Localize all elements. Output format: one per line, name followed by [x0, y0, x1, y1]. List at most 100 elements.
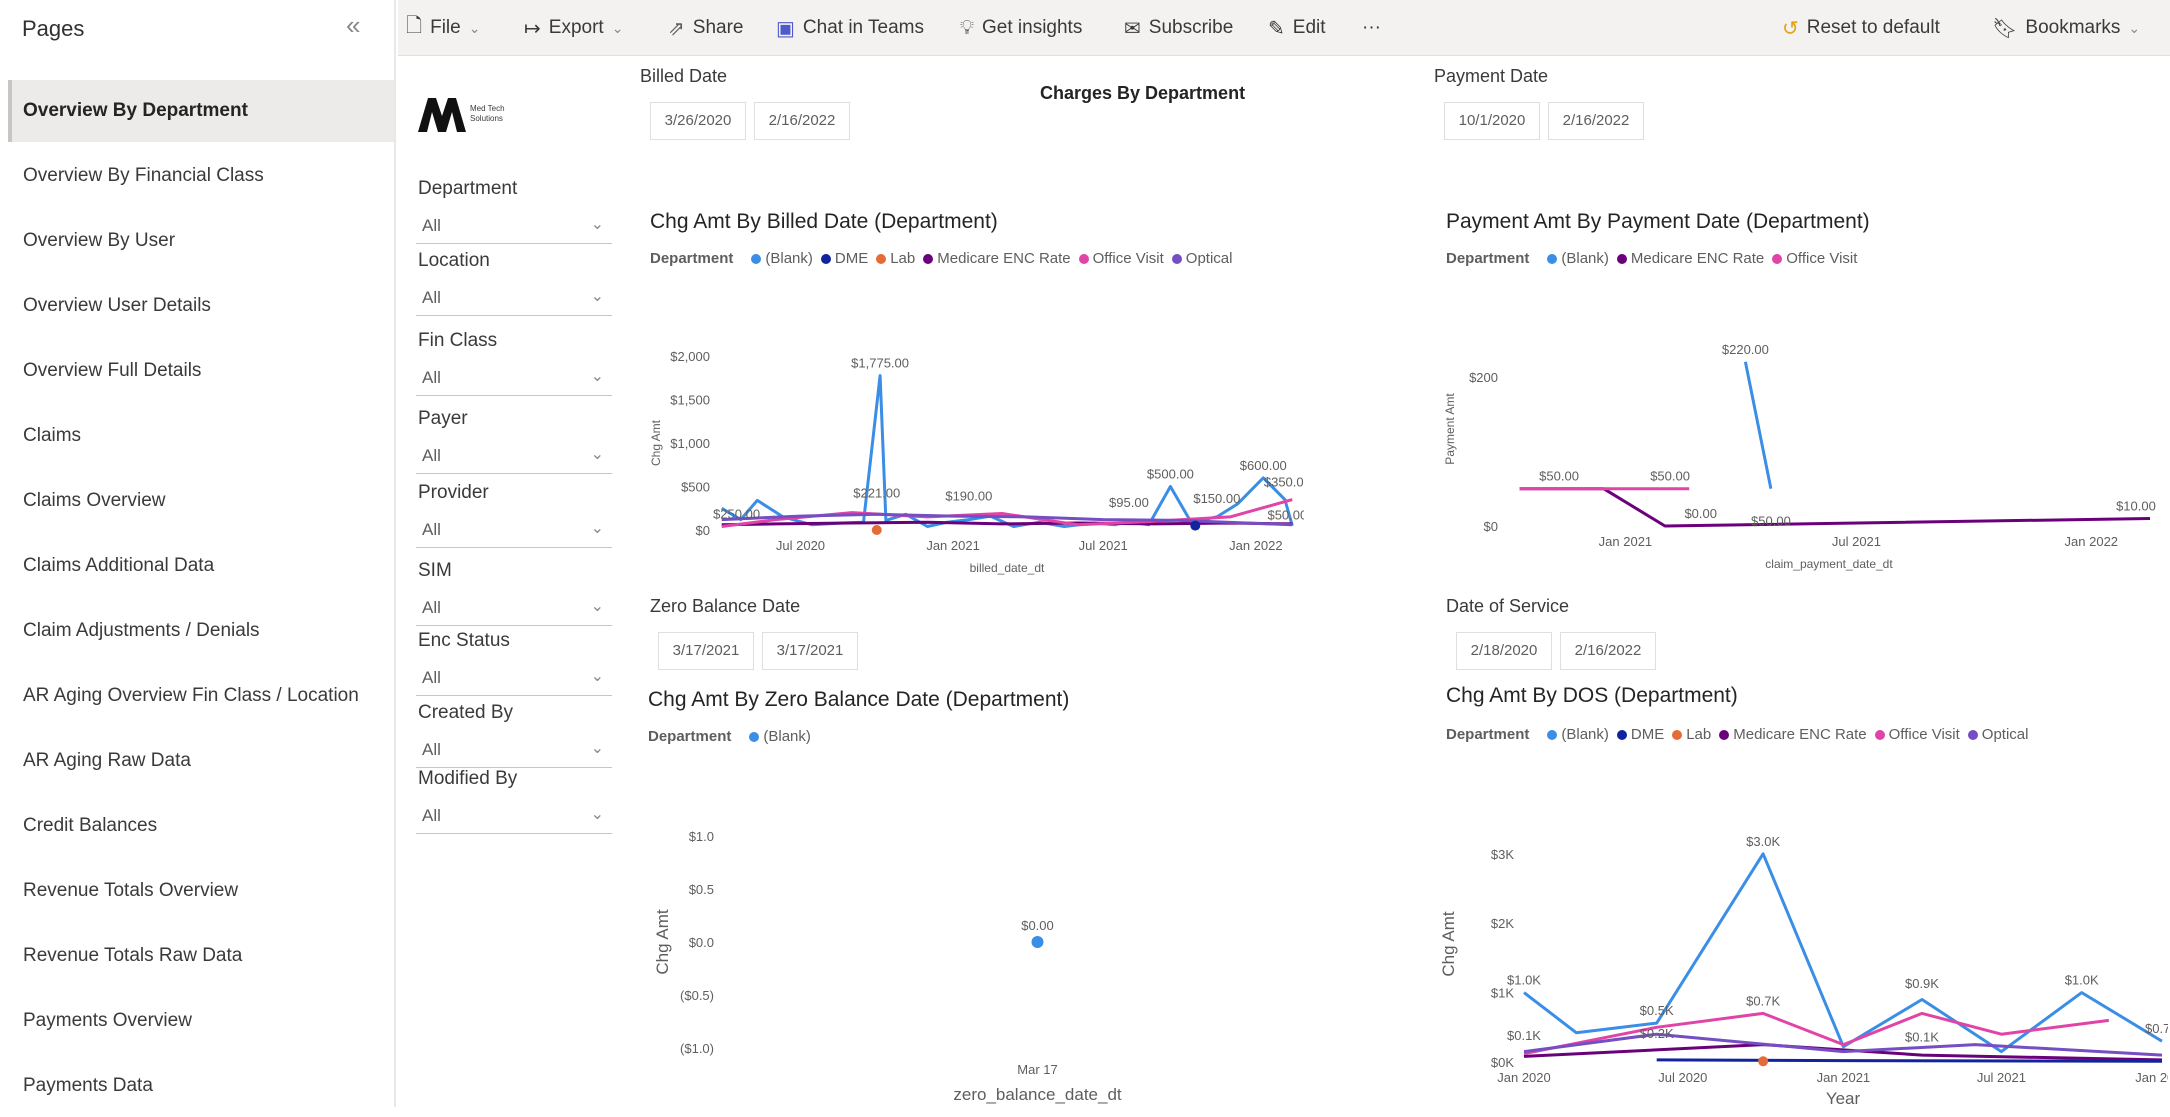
legend-item[interactable]: (Blank) [1561, 250, 1609, 267]
page-item[interactable]: Payments Overview [8, 990, 394, 1052]
legend-item[interactable]: (Blank) [763, 728, 811, 745]
page-item[interactable]: Claim Adjustments / Denials [8, 600, 394, 662]
x-tick-label: Jul 2021 [1832, 534, 1881, 549]
data-label: $0.1K [1905, 1030, 1939, 1045]
insights-label: Get insights [982, 17, 1083, 38]
slicer-dropdown[interactable]: All ⌄ [416, 660, 612, 696]
zero-balance-scatter-chart[interactable]: ($1.0) ($0.5) $0.0 $0.5 $1.0 Mar 17 zero_balan… [644, 756, 1304, 1106]
collapse-pane-icon[interactable]: « [346, 10, 360, 41]
legend-item[interactable]: Lab [890, 250, 915, 267]
x-tick-label: Jul 2021 [1977, 1070, 2026, 1085]
y-tick-label: $0.5 [689, 882, 714, 897]
slicer-dropdown[interactable]: All ⌄ [416, 590, 612, 626]
page-item[interactable]: Claims [8, 405, 394, 467]
page-item[interactable]: Overview User Details [8, 275, 394, 337]
subscribe-button[interactable]: ✉ Subscribe [1124, 0, 1233, 56]
edit-button[interactable]: ✎ Edit [1268, 0, 1326, 56]
page-item[interactable]: Revenue Totals Raw Data [8, 925, 394, 987]
page-item[interactable]: Overview Full Details [8, 340, 394, 402]
data-label: $50.00 [1539, 469, 1579, 484]
legend-dot-icon [1772, 253, 1783, 264]
billed-date-to[interactable]: 2/16/2022 [754, 102, 850, 140]
payment-date-to[interactable]: 2/16/2022 [1548, 102, 1644, 140]
legend-item[interactable]: Optical [1982, 726, 2029, 743]
x-tick-label: Jul 2021 [1079, 538, 1128, 553]
page-item[interactable]: AR Aging Raw Data [8, 730, 394, 792]
page-item[interactable]: Credit Balances [8, 795, 394, 857]
chat-in-teams-button[interactable]: ▣ Chat in Teams [776, 0, 924, 56]
dos-date-from[interactable]: 2/18/2020 [1456, 632, 1552, 670]
dos-date-to[interactable]: 2/16/2022 [1560, 632, 1656, 670]
slicer-dropdown[interactable]: All ⌄ [416, 280, 612, 316]
page-item[interactable]: Overview By User [8, 210, 394, 272]
legend-item[interactable]: Office Visit [1093, 250, 1164, 267]
slicer-value: All [422, 806, 441, 825]
reset-to-default-button[interactable]: ↺ Reset to default [1782, 0, 1940, 56]
more-options-button[interactable]: ··· [1362, 0, 1381, 56]
bookmark-icon: 🔖︎ [1992, 17, 2018, 40]
bookmarks-menu[interactable]: 🔖︎ Bookmarks ⌄ [1992, 0, 2140, 56]
zero-balance-date-from[interactable]: 3/17/2021 [658, 632, 754, 670]
data-label: $0.5K [1640, 1003, 1674, 1018]
slicer-dropdown[interactable]: All ⌄ [416, 208, 612, 244]
data-label: $3.0K [1746, 834, 1780, 849]
legend-item[interactable]: (Blank) [765, 250, 813, 267]
y-tick-label: $1,500 [670, 393, 710, 408]
file-menu[interactable]: 🗋 File ⌄ [406, 0, 480, 56]
legend-item[interactable]: Optical [1186, 250, 1233, 267]
dos-line-chart[interactable]: $0K $1K $2K $3K Jan 2020 Jul 2020 Jan 2021 Jul … [1438, 756, 2168, 1106]
page-item[interactable]: AR Aging Overview Fin Class / Location [8, 665, 394, 727]
slicer-dropdown[interactable]: All ⌄ [416, 360, 612, 396]
slicer-label: Created By [418, 702, 514, 723]
toolbar: 🗋 File ⌄ ↦ Export ⌄ ⇗ Share ▣ Chat in Te… [398, 0, 2170, 56]
teams-icon: ▣ [776, 17, 795, 40]
legend-item[interactable]: Lab [1686, 726, 1711, 743]
legend-item[interactable]: DME [1631, 726, 1664, 743]
legend-title: Department [648, 728, 732, 745]
legend-item[interactable]: Medicare ENC Rate [1733, 726, 1866, 743]
page-item[interactable]: Overview By Financial Class [8, 145, 394, 207]
edit-label: Edit [1292, 17, 1326, 38]
page-item[interactable]: Revenue Totals Overview [8, 860, 394, 922]
series-line [1519, 487, 2151, 528]
billed-date-line-chart[interactable]: $0 $500 $1,000 $1,500 $2,000 Jul 2020 Jan 2021… [644, 282, 1304, 582]
slicer-dropdown[interactable]: All ⌄ [416, 798, 612, 834]
data-label: $0.00 [1684, 506, 1717, 521]
payment-date-from[interactable]: 10/1/2020 [1444, 102, 1540, 140]
share-button[interactable]: ⇗ Share [668, 0, 743, 56]
legend-item[interactable]: DME [835, 250, 868, 267]
chevron-down-icon: ⌄ [590, 740, 604, 757]
legend-dot-icon [1719, 729, 1730, 740]
scatter-point [1031, 936, 1044, 948]
legend-item[interactable]: Office Visit [1889, 726, 1960, 743]
page-item[interactable]: Payments Data [8, 1055, 394, 1117]
page-item[interactable]: Overview By Department [8, 80, 394, 142]
page-item[interactable]: Claims Additional Data [8, 535, 394, 597]
export-menu[interactable]: ↦ Export ⌄ [524, 0, 623, 56]
payment-date-line-chart[interactable]: $0 $200 Jan 2021 Jul 2021 Jan 2022 claim_paym… [1438, 282, 2158, 582]
get-insights-button[interactable]: 💡︎ Get insights [960, 0, 1082, 56]
x-axis-title: claim_payment_date_dt [1765, 557, 1893, 571]
billed-date-from[interactable]: 3/26/2020 [650, 102, 746, 140]
series-marker [871, 525, 882, 535]
data-label: $1,775.00 [851, 356, 909, 371]
legend-dot-icon [1078, 253, 1089, 264]
data-label: $95.00 [1109, 495, 1149, 510]
x-tick-label: Jan 2022 [2135, 1070, 2168, 1085]
legend-item[interactable]: Medicare ENC Rate [1631, 250, 1764, 267]
slicer-dropdown[interactable]: All ⌄ [416, 512, 612, 548]
y-tick-label: $200 [1469, 370, 1498, 385]
legend-item[interactable]: Office Visit [1786, 250, 1857, 267]
slicer-dropdown[interactable]: All ⌄ [416, 438, 612, 474]
page-item[interactable]: Claims Overview [8, 470, 394, 532]
zero-balance-date-to[interactable]: 3/17/2021 [762, 632, 858, 670]
legend-dot-icon [923, 253, 934, 264]
slicer-dropdown[interactable]: All ⌄ [416, 732, 612, 768]
data-label: $150.00 [1193, 491, 1240, 506]
legend-item[interactable]: Medicare ENC Rate [937, 250, 1070, 267]
x-tick-label: Jul 2020 [776, 538, 825, 553]
slicer-value: All [422, 216, 441, 235]
y-tick-label: $500 [681, 480, 710, 495]
legend-item[interactable]: (Blank) [1561, 726, 1609, 743]
chevron-down-icon: ⌄ [590, 598, 604, 615]
